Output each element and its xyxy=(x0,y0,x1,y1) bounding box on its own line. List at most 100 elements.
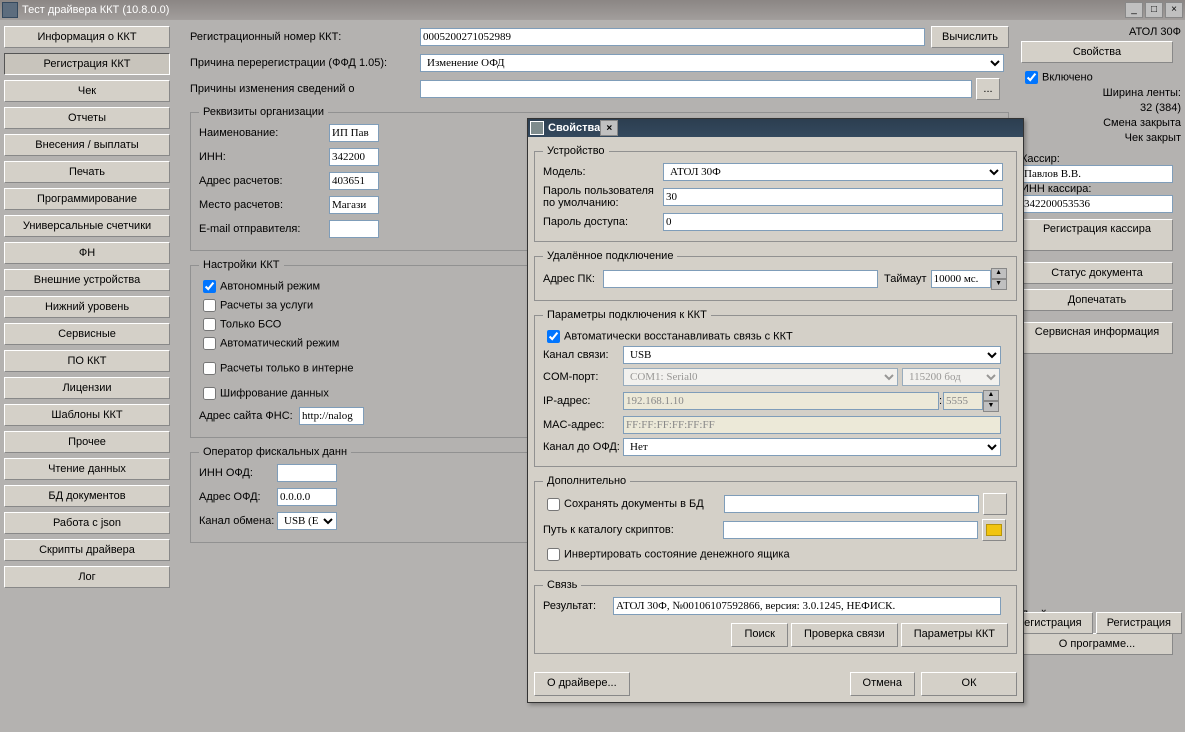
cancel-button[interactable]: Отмена xyxy=(850,672,915,696)
cashier-label: Кассир: xyxy=(1021,153,1181,165)
app-icon xyxy=(2,2,18,18)
autonom-check[interactable] xyxy=(203,280,216,293)
nav-лог[interactable]: Лог xyxy=(4,566,170,588)
reg-num-input[interactable] xyxy=(420,28,925,46)
nav-скрипты-драйвера[interactable]: Скрипты драйвера xyxy=(4,539,170,561)
autonom-label: Автономный режим xyxy=(220,280,320,292)
baud-select: 115200 бод xyxy=(902,368,1000,386)
ofd-legend: Оператор фискальных данн xyxy=(199,446,351,458)
reg-num-label: Регистрационный номер ККТ: xyxy=(190,31,420,43)
maximize-button[interactable]: □ xyxy=(1145,2,1163,18)
bso-label: Только БСО xyxy=(220,318,281,330)
nav-нижний-уровень[interactable]: Нижний уровень xyxy=(4,296,170,318)
nav-чтение-данных[interactable]: Чтение данных xyxy=(4,458,170,480)
org-inn-input[interactable] xyxy=(329,148,379,166)
timeout-spinner[interactable]: ▲▼ xyxy=(991,268,1007,290)
nav-лицензии[interactable]: Лицензии xyxy=(4,377,170,399)
timeout-label: Таймаут xyxy=(884,273,927,285)
savedb-browse-button[interactable] xyxy=(983,493,1007,515)
ofd-chan-select[interactable]: USB (EoU) xyxy=(277,512,337,530)
port-input xyxy=(943,392,983,410)
org-addr-input[interactable] xyxy=(329,172,379,190)
pc-input[interactable] xyxy=(603,270,878,288)
encrypt-check[interactable] xyxy=(203,387,216,400)
chan-select[interactable]: USB xyxy=(623,346,1001,364)
mac-label: MAC-адрес: xyxy=(543,419,623,431)
model-select[interactable]: АТОЛ 30Ф xyxy=(663,163,1003,181)
close-button[interactable]: × xyxy=(1165,2,1183,18)
savedb-input[interactable] xyxy=(724,495,979,513)
dialog-close-button[interactable]: × xyxy=(600,120,618,136)
about-program-button[interactable]: О программе... xyxy=(1021,633,1173,655)
nav-программирование[interactable]: Программирование xyxy=(4,188,170,210)
org-name-input[interactable] xyxy=(329,124,379,142)
internet-check[interactable] xyxy=(203,362,216,375)
nav-универсальные-счетчики[interactable]: Универсальные счетчики xyxy=(4,215,170,237)
nav-отчеты[interactable]: Отчеты xyxy=(4,107,170,129)
status-button[interactable]: Статус документа xyxy=(1021,262,1173,284)
tape-label: Ширина ленты: xyxy=(1021,87,1181,99)
org-place-input[interactable] xyxy=(329,196,379,214)
nav-внешние-устройства[interactable]: Внешние устройства xyxy=(4,269,170,291)
nav-сервисные[interactable]: Сервисные xyxy=(4,323,170,345)
pwd-access-label: Пароль доступа: xyxy=(543,216,663,228)
auto-check[interactable] xyxy=(203,337,216,350)
auto-reconnect-check[interactable] xyxy=(547,330,560,343)
props-button[interactable]: Свойства xyxy=(1021,41,1173,63)
scripts-input[interactable] xyxy=(723,521,978,539)
nav-работа-с-json[interactable]: Работа с json xyxy=(4,512,170,534)
reasons-more-button[interactable]: ... xyxy=(976,78,1000,100)
org-name-label: Наименование: xyxy=(199,127,329,139)
minimize-button[interactable]: _ xyxy=(1125,2,1143,18)
scripts-label: Путь к каталогу скриптов: xyxy=(543,524,723,536)
ofd-inn-input[interactable] xyxy=(277,464,337,482)
reasons-input[interactable] xyxy=(420,80,972,98)
check-link-button[interactable]: Проверка связи xyxy=(791,623,898,647)
print-button[interactable]: Допечатать xyxy=(1021,289,1173,311)
calc-button[interactable]: Вычислить xyxy=(931,26,1009,48)
nav-по-ккт[interactable]: ПО ККТ xyxy=(4,350,170,372)
ofd-inn-label: ИНН ОФД: xyxy=(199,467,277,479)
service-info-button[interactable]: Сервисная информация xyxy=(1021,322,1173,354)
org-email-label: E-mail отправителя: xyxy=(199,223,329,235)
tape-value: 32 (384) xyxy=(1021,102,1181,114)
dialog-titlebar[interactable]: Свойства × xyxy=(528,119,1023,137)
reg-cashier-button[interactable]: Регистрация кассира xyxy=(1021,219,1173,251)
pwd-access-input[interactable] xyxy=(663,213,1003,231)
dialog-icon xyxy=(530,121,544,135)
enabled-check[interactable] xyxy=(1025,71,1038,84)
scripts-browse-button[interactable] xyxy=(982,519,1006,541)
params-button[interactable]: Параметры ККТ xyxy=(901,623,1008,647)
window-title: Тест драйвера ККТ (10.8.0.0) xyxy=(22,4,169,16)
nav-информация-о-ккт[interactable]: Информация о ККТ xyxy=(4,26,170,48)
search-button[interactable]: Поиск xyxy=(731,623,787,647)
device-legend: Устройство xyxy=(543,145,609,157)
nav-внесения-выплаты[interactable]: Внесения / выплаты xyxy=(4,134,170,156)
savedb-check[interactable] xyxy=(547,498,560,511)
nav-печать[interactable]: Печать xyxy=(4,161,170,183)
invert-check[interactable] xyxy=(547,548,560,561)
ok-button[interactable]: ОК xyxy=(921,672,1017,696)
timeout-input[interactable] xyxy=(931,270,991,288)
pwd-user-input[interactable] xyxy=(663,188,1003,206)
nav-бд-документов[interactable]: БД документов xyxy=(4,485,170,507)
ofd-addr-input[interactable] xyxy=(277,488,337,506)
mac-input xyxy=(623,416,1001,434)
result-input xyxy=(613,597,1001,615)
nav-регистрация-ккт[interactable]: Регистрация ККТ xyxy=(4,53,170,75)
services-check[interactable] xyxy=(203,299,216,312)
cashier-inn-input[interactable] xyxy=(1021,195,1173,213)
rereg-select[interactable]: Изменение ОФД xyxy=(420,54,1004,72)
nav-чек[interactable]: Чек xyxy=(4,80,170,102)
ofdchan-select[interactable]: Нет xyxy=(623,438,1001,456)
nav-шаблоны-ккт[interactable]: Шаблоны ККТ xyxy=(4,404,170,426)
nav-прочее[interactable]: Прочее xyxy=(4,431,170,453)
nav-фн[interactable]: ФН xyxy=(4,242,170,264)
cashier-inn-label: ИНН кассира: xyxy=(1021,183,1181,195)
about-driver-button[interactable]: О драйвере... xyxy=(534,672,630,696)
cashier-input[interactable] xyxy=(1021,165,1173,183)
org-email-input[interactable] xyxy=(329,220,379,238)
reg-button[interactable]: Регистрация xyxy=(1096,612,1182,634)
fns-input[interactable] xyxy=(299,407,364,425)
bso-check[interactable] xyxy=(203,318,216,331)
